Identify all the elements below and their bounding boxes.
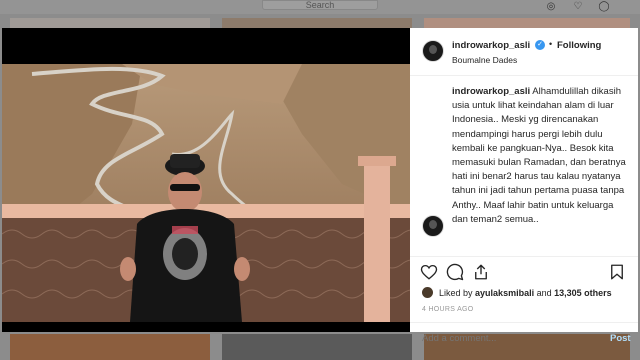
photo-illustration [2, 64, 410, 322]
background-search-box: Search [262, 0, 378, 10]
caption-username[interactable]: indrowarkop_asli [452, 86, 530, 97]
post-caption: indrowarkop_asli Alhamdulillah dikasih u… [452, 85, 630, 227]
post-timestamp[interactable]: 4 HOURS AGO [422, 306, 474, 313]
author-username[interactable]: indrowarkop_asli [452, 40, 530, 51]
save-bookmark-icon[interactable] [608, 263, 626, 281]
share-icon[interactable] [472, 263, 490, 281]
post-header: indrowarkop_asli ✓ • Following Boumalne … [410, 28, 638, 76]
likes-text: Liked by ayulaksmibali and 13,305 others [439, 288, 612, 298]
liker-avatar[interactable] [422, 287, 433, 298]
background-thumbnail [424, 18, 630, 28]
author-avatar[interactable] [422, 40, 444, 62]
verified-badge-icon: ✓ [535, 40, 545, 50]
comment-input[interactable] [422, 333, 592, 344]
heart-icon: ♡ [573, 1, 583, 12]
comment-divider [410, 322, 638, 332]
action-bar [410, 256, 638, 286]
liker-username[interactable]: ayulaksmibali [475, 288, 534, 298]
like-heart-icon[interactable] [420, 263, 438, 281]
likes-summary: Liked by ayulaksmibali and 13,305 others [420, 286, 634, 300]
post-modal: indrowarkop_asli ✓ • Following Boumalne … [2, 28, 638, 344]
comment-icon[interactable] [446, 263, 464, 281]
post-comment-button[interactable]: Post [610, 333, 631, 344]
likes-count[interactable]: 13,305 others [554, 288, 612, 298]
post-location[interactable]: Boumalne Dades [452, 55, 517, 65]
post-photo[interactable] [2, 64, 410, 322]
background-thumbnail [10, 334, 210, 360]
profile-icon: ◯ [598, 1, 610, 12]
search-placeholder: Search [305, 0, 335, 10]
caption-text: Alhamdulillah dikasih usia untuk lihat k… [452, 86, 626, 225]
post-media [2, 28, 410, 332]
liked-prefix: Liked by [439, 288, 473, 298]
separator-dot: • [549, 39, 553, 49]
following-button[interactable]: Following [557, 40, 601, 51]
background-thumbnail [222, 334, 412, 360]
background-thumbnail [222, 18, 412, 28]
caption-author-avatar[interactable] [422, 215, 444, 237]
compass-icon: ◎ [546, 1, 556, 12]
liked-and: and [536, 288, 552, 298]
post-sidebar: indrowarkop_asli ✓ • Following Boumalne … [410, 28, 638, 344]
background-thumbnail [10, 18, 210, 28]
caption-area[interactable]: indrowarkop_asli Alhamdulillah dikasih u… [410, 77, 638, 253]
